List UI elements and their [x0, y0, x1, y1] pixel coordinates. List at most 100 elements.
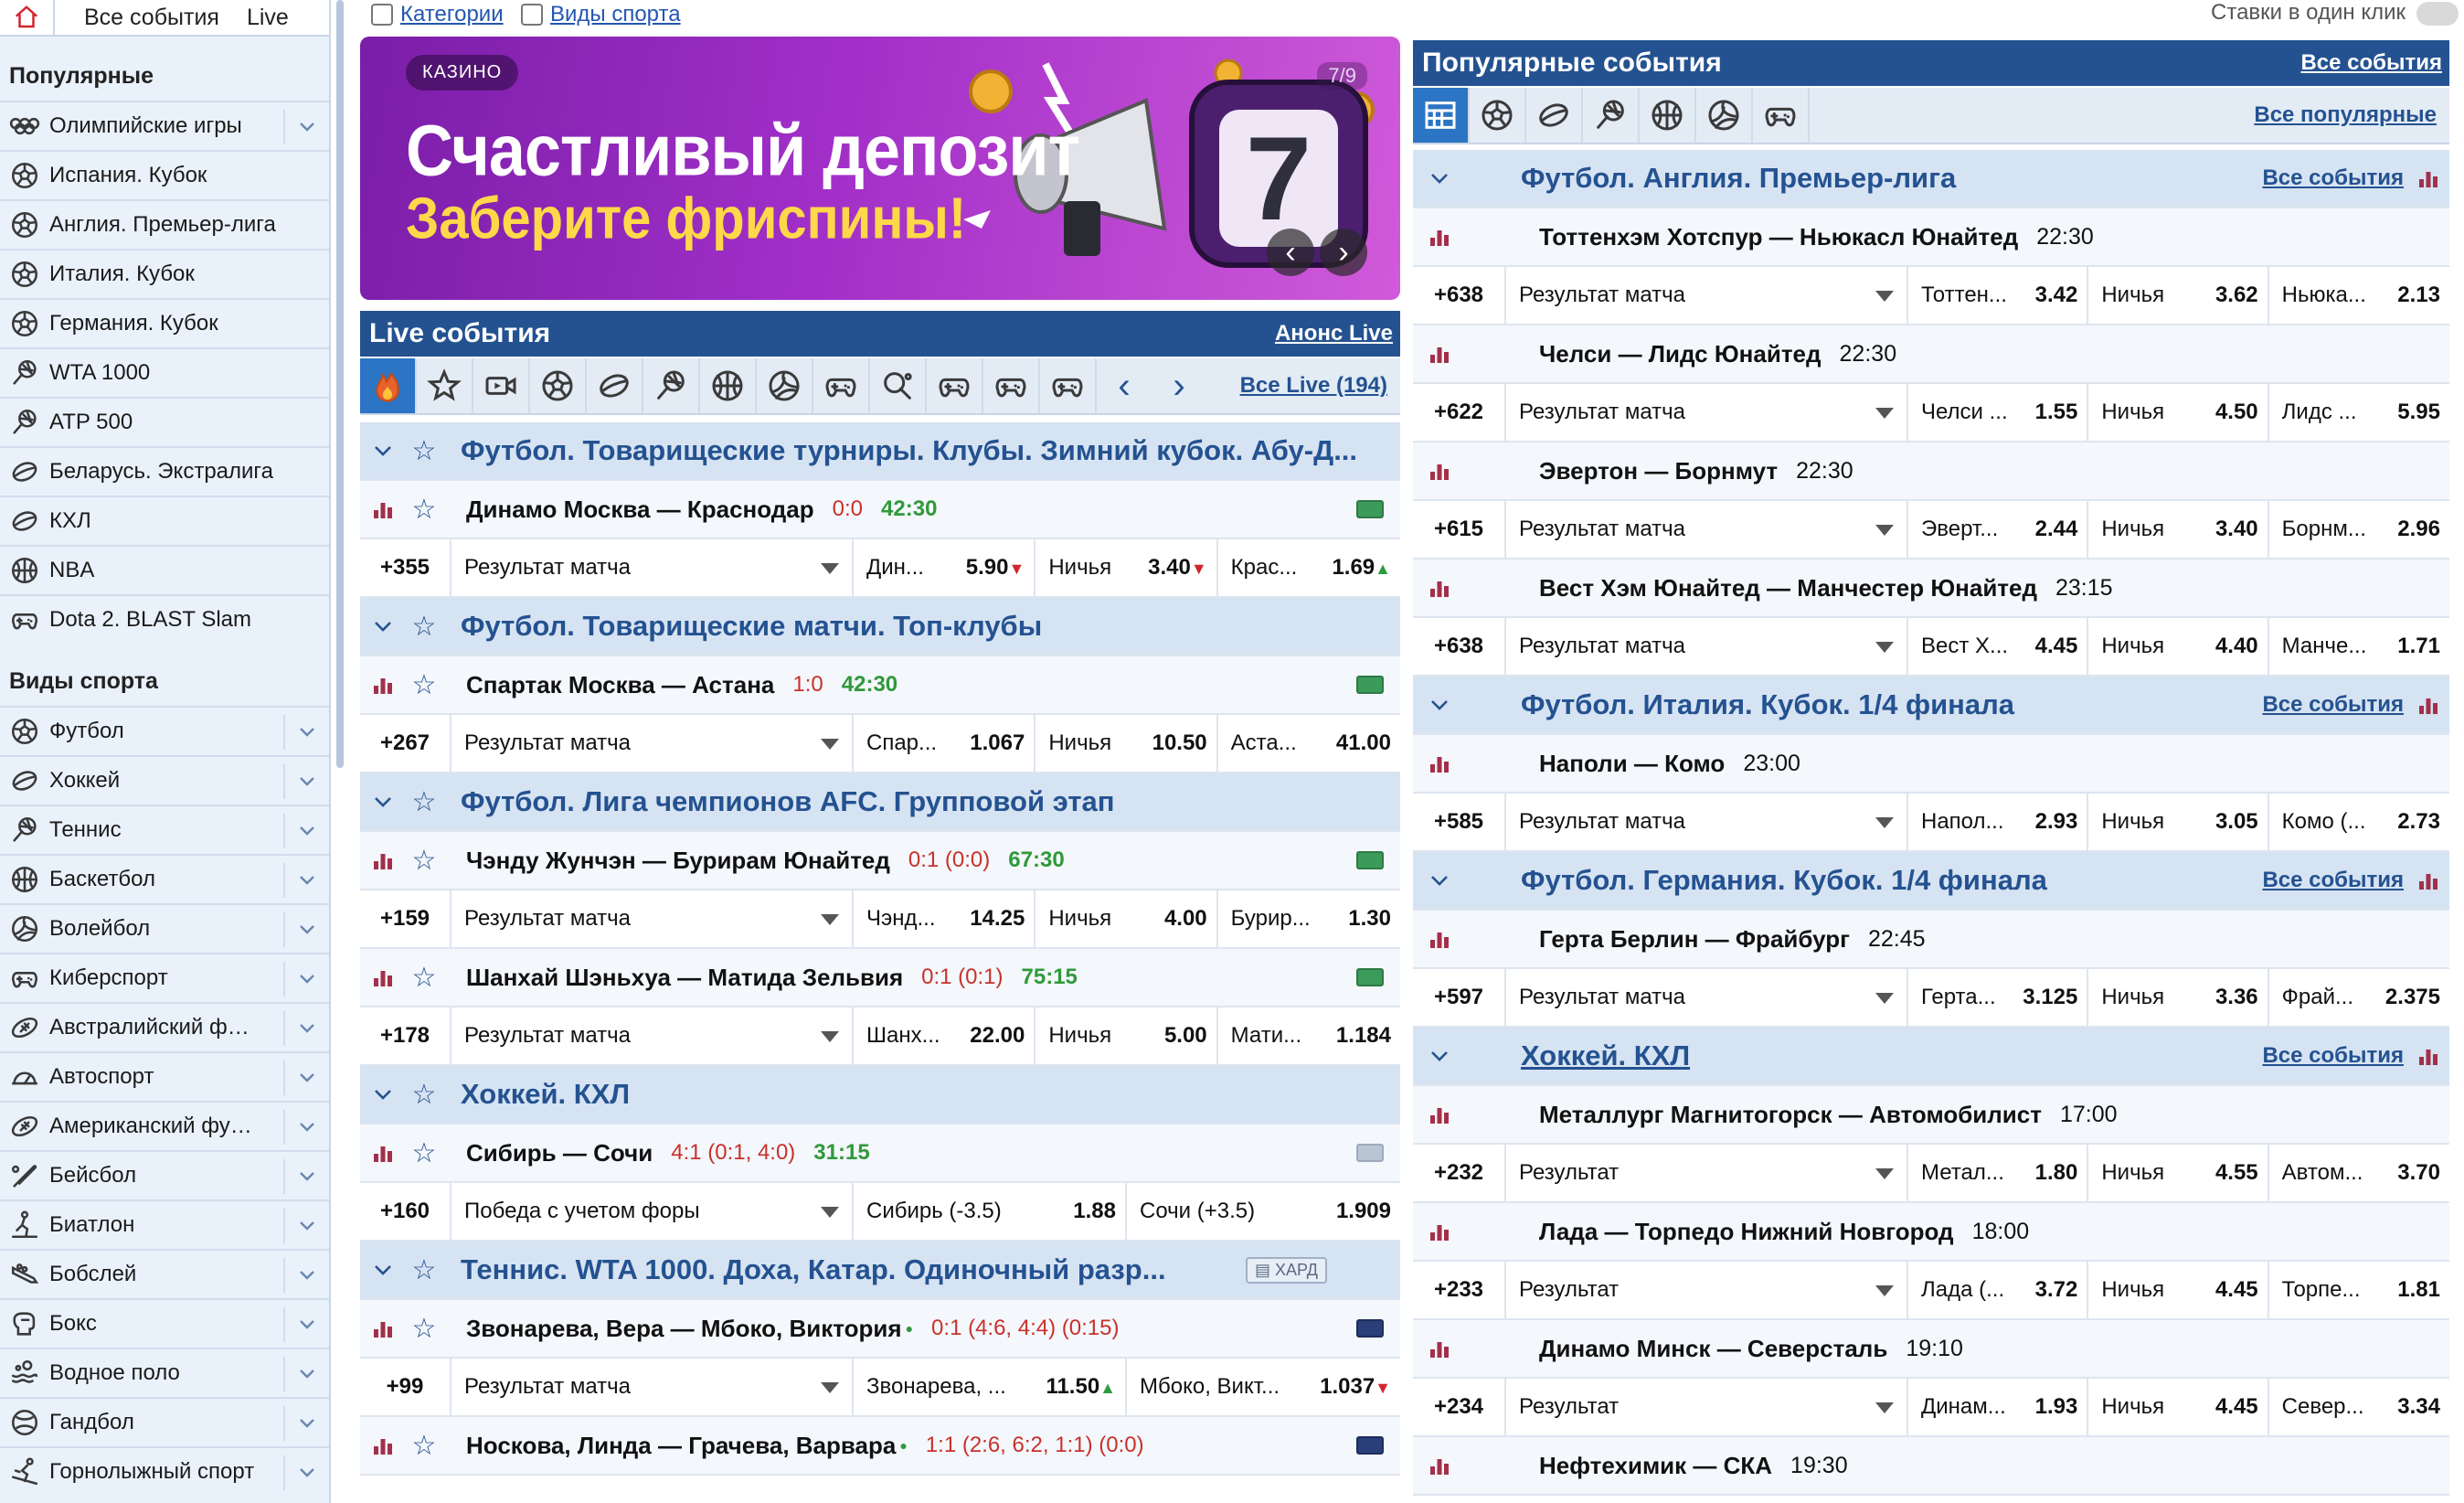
sidebar-item[interactable]: Испания. Кубок [0, 150, 329, 199]
star-icon[interactable]: ☆ [406, 656, 442, 713]
star-icon[interactable]: ☆ [406, 832, 442, 889]
event-group-header[interactable]: Хоккей. КХЛ Все события [1413, 1028, 2449, 1086]
chevron-down-icon[interactable] [360, 773, 406, 830]
market-select[interactable]: Победа с учетом форы [451, 1183, 854, 1240]
match-row[interactable]: ☆ Звонарева, Вера — Мбоко, Виктория ● 0:1 (… [360, 1300, 1400, 1359]
stats-chart-icon[interactable] [2418, 150, 2438, 207]
markets-count[interactable]: +597 [1413, 969, 1506, 1026]
match-name[interactable]: Чэнду Жунчэн — Бурирам Юнайтед [466, 847, 890, 875]
event-group-title[interactable]: Футбол. Англия. Премьер-лига [1466, 150, 2262, 207]
event-group-title[interactable]: Хоккей. КХЛ [1466, 1028, 2262, 1084]
odds-button[interactable]: Ничья 3.05 [2088, 794, 2269, 850]
sidebar-item[interactable]: Бейсбол [0, 1150, 329, 1199]
star-icon[interactable]: ☆ [406, 1125, 442, 1181]
odds-button[interactable]: Звонарева, ... 11.50▲ [854, 1359, 1127, 1415]
stats-chart-icon[interactable] [1413, 325, 1466, 382]
match-name[interactable]: Лада — Торпедо Нижний Новгород [1539, 1218, 1954, 1246]
event-group-header[interactable]: ☆ Хоккей. КХЛ [360, 1066, 1400, 1125]
markets-count[interactable]: +638 [1413, 267, 1506, 324]
sport-filter-football-icon[interactable] [1470, 88, 1526, 143]
sidebar-item[interactable]: Волейбол [0, 903, 329, 953]
chevron-down-icon[interactable] [1413, 150, 1466, 207]
odds-button[interactable]: Ничья 4.45 [2088, 1379, 2269, 1435]
sport-filter-football-icon[interactable] [530, 358, 587, 413]
odds-button[interactable]: Крас... 1.69▲ [1218, 539, 1400, 596]
sidebar-item[interactable]: Биатлон [0, 1199, 329, 1249]
sidebar-item[interactable]: Автоспорт [0, 1051, 329, 1101]
banner-prev-button[interactable]: ‹ [1267, 229, 1314, 276]
sidebar-item[interactable]: NBA [0, 545, 329, 594]
match-row[interactable]: ☆ Шанхай Шэньхуа — Матида Зельвия 0:1 (0:1… [360, 949, 1400, 1007]
chevron-down-icon[interactable] [283, 863, 329, 898]
tab-live[interactable]: Live [241, 5, 311, 31]
odds-button[interactable]: Шанх... 22.00 [854, 1007, 1036, 1064]
match-row[interactable]: ☆ Чэнду Жунчэн — Бурирам Юнайтед 0:1 (0:0)… [360, 832, 1400, 890]
chevron-down-icon[interactable] [283, 814, 329, 848]
stats-chart-icon[interactable] [1413, 735, 1466, 792]
sidebar-item[interactable]: Киберспорт [0, 953, 329, 1002]
event-group-header[interactable]: ☆ Футбол. Товарищеские матчи. Топ-клубы [360, 598, 1400, 656]
live-stream-icon[interactable] [1356, 676, 1384, 694]
event-group-header[interactable]: Футбол. Германия. Кубок. 1/4 финала Все с… [1413, 852, 2449, 911]
chevron-down-icon[interactable] [283, 1307, 329, 1342]
odds-button[interactable]: Метал... 1.80 [1908, 1145, 2089, 1201]
match-row[interactable]: ☆ Динамо Москва — Краснодар 0:0 42:30 [360, 481, 1400, 539]
sport-filter-hockey-icon[interactable] [587, 358, 643, 413]
sport-filter-basketball-icon[interactable] [1640, 88, 1696, 143]
sidebar-item[interactable]: Теннис [0, 805, 329, 854]
sports-types-label[interactable]: Виды спорта [550, 2, 681, 27]
chevron-down-icon[interactable] [283, 1011, 329, 1046]
odds-button[interactable]: Ничья 3.40▼ [1036, 539, 1218, 596]
sport-filter-volleyball-icon[interactable] [1696, 88, 1753, 143]
stats-chart-icon[interactable] [360, 832, 406, 889]
event-group-title[interactable]: Футбол. Товарищеские матчи. Топ-клубы [442, 598, 1400, 655]
odds-button[interactable]: Чэнд... 14.25 [854, 890, 1036, 947]
odds-button[interactable]: Ничья 4.55 [2088, 1145, 2269, 1201]
chevron-down-icon[interactable] [360, 1242, 406, 1298]
markets-count[interactable]: +585 [1413, 794, 1506, 850]
categories-checkbox[interactable]: Категории [371, 2, 504, 27]
odds-button[interactable]: Напол... 2.93 [1908, 794, 2089, 850]
chevron-down-icon[interactable] [283, 1110, 329, 1145]
markets-count[interactable]: +267 [360, 715, 451, 772]
star-icon[interactable]: ☆ [406, 598, 442, 655]
sidebar-item[interactable]: Италия. Кубок [0, 249, 329, 298]
event-group-title[interactable]: Футбол. Лига чемпионов AFC. Групповой эт… [442, 773, 1400, 830]
sport-filter-gamepad-icon[interactable] [813, 358, 870, 413]
odds-button[interactable]: Челси ... 1.55 [1908, 384, 2089, 441]
stats-chart-icon[interactable] [1413, 1203, 1466, 1260]
match-name[interactable]: Металлург Магнитогорск — Автомобилист [1539, 1101, 2042, 1129]
markets-count[interactable]: +234 [1413, 1379, 1506, 1435]
match-name[interactable]: Нефтехимик — СКА [1539, 1452, 1772, 1480]
stats-chart-icon[interactable] [1413, 208, 1466, 265]
sport-filter-video-icon[interactable] [473, 358, 530, 413]
sport-filter-gamepad-icon[interactable] [983, 358, 1040, 413]
chevron-down-icon[interactable] [1413, 852, 1466, 909]
sidebar-item[interactable]: КХЛ [0, 496, 329, 545]
odds-button[interactable]: Тоттен... 3.42 [1908, 267, 2089, 324]
match-row[interactable]: ☆ Сибирь — Сочи 4:1 (0:1, 4:0) 31:15 [360, 1125, 1400, 1183]
odds-button[interactable]: Ничья 5.00 [1036, 1007, 1218, 1064]
market-select[interactable]: Результат матча [1506, 794, 1908, 850]
stats-chart-icon[interactable] [1413, 560, 1466, 616]
match-name[interactable]: Тоттенхэм Хотспур — Ньюкасл Юнайтед [1539, 223, 2018, 251]
stats-chart-icon[interactable] [1413, 1320, 1466, 1377]
sidebar-item[interactable]: Бокс [0, 1298, 329, 1348]
sport-filter-hockey-icon[interactable] [1526, 88, 1583, 143]
markets-count[interactable]: +622 [1413, 384, 1506, 441]
match-row[interactable]: Лада — Торпедо Нижний Новгород 18:00 [1413, 1203, 2449, 1262]
sidebar-item[interactable]: WTA 1000 [0, 347, 329, 397]
match-row[interactable]: Герта Берлин — Фрайбург 22:45 [1413, 911, 2449, 969]
sidebar-item[interactable]: Водное поло [0, 1348, 329, 1397]
chevron-down-icon[interactable] [360, 598, 406, 655]
market-select[interactable]: Результат матча [1506, 267, 1908, 324]
match-row[interactable]: Нефтехимик — СКА 19:30 [1413, 1437, 2449, 1496]
match-name[interactable]: Наполи — Комо [1539, 750, 1725, 778]
match-name[interactable]: Динамо Минск — Северсталь [1539, 1335, 1887, 1363]
sport-filter-basketball-icon[interactable] [700, 358, 757, 413]
match-name[interactable]: Эвертон — Борнмут [1539, 457, 1778, 485]
match-row[interactable]: ☆ Носкова, Линда — Грачева, Варвара ● 1:1 (… [360, 1417, 1400, 1476]
match-name[interactable]: Сибирь — Сочи [466, 1139, 653, 1167]
odds-button[interactable]: Мбоко, Викт... 1.037▼ [1127, 1359, 1400, 1415]
star-icon[interactable]: ☆ [406, 481, 442, 538]
